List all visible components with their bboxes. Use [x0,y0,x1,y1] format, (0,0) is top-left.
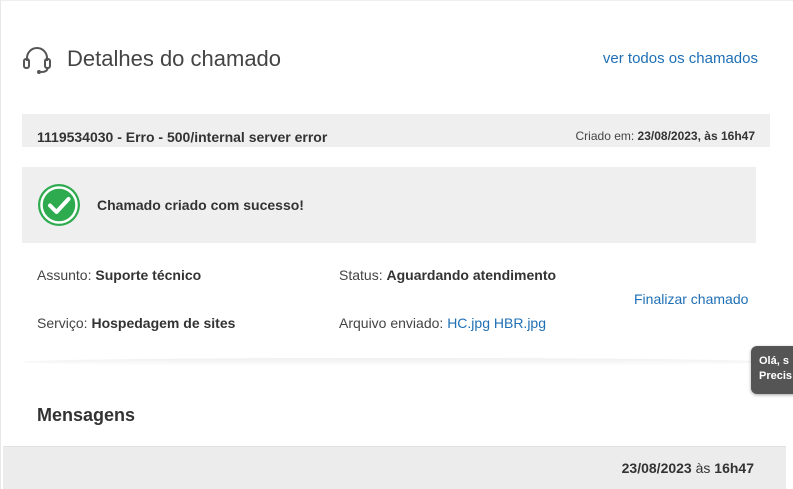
attachments-field: Arquivo enviado: HC.jpg HBR.jpg [339,315,546,331]
status-field: Status: Aguardando atendimento [339,267,556,283]
success-alert: Chamado criado com sucesso! [22,167,756,243]
chat-greeting-line2: Precis [759,370,793,382]
subject-value: Suporte técnico [95,267,202,283]
ticket-created-info: Criado em: 23/08/2023, às 16h47 [576,129,755,143]
message-time: 16h47 [714,460,754,476]
message-timestamp: 23/08/2023 às 16h47 [622,460,754,476]
attachments-label: Arquivo enviado: [339,315,444,331]
status-value: Aguardando atendimento [386,267,557,283]
finalize-ticket-link[interactable]: Finalizar chamado [634,291,748,307]
created-separator: , às [697,129,718,143]
page: Detalhes do chamado ver todos os chamado… [0,0,793,489]
subject-field: Assunto: Suporte técnico [37,267,201,283]
section-divider [22,358,768,366]
page-title: Detalhes do chamado [67,46,282,71]
message-header-bar: 23/08/2023 às 16h47 [3,446,786,489]
subject-label: Assunto: [37,267,92,283]
service-label: Serviço: [37,315,88,331]
created-label: Criado em: [575,129,635,143]
message-separator: às [695,460,711,476]
ticket-title: 1119534030 - Erro - 500/internal server … [37,129,328,145]
service-value: Hospedagem de sites [91,315,236,331]
status-label: Status: [339,267,383,283]
chat-greeting-line1: Olá, s [759,355,789,367]
created-time: 16h47 [720,129,755,143]
message-date: 23/08/2023 [621,460,692,476]
attachment-link[interactable]: HC.jpg [447,315,490,331]
headset-icon [23,47,51,74]
created-date: 23/08/2023 [637,129,698,143]
attachment-link[interactable]: HBR.jpg [494,315,546,331]
all-tickets-link[interactable]: ver todos os chamados [603,50,758,67]
success-message: Chamado criado com sucesso! [97,197,304,213]
ticket-header-bar: 1119534030 - Erro - 500/internal server … [22,114,770,147]
chat-widget[interactable]: Olá, s Precis [751,346,793,394]
check-circle-icon [38,184,80,226]
service-field: Serviço: Hospedagem de sites [37,315,235,331]
messages-heading: Mensagens [37,405,136,425]
